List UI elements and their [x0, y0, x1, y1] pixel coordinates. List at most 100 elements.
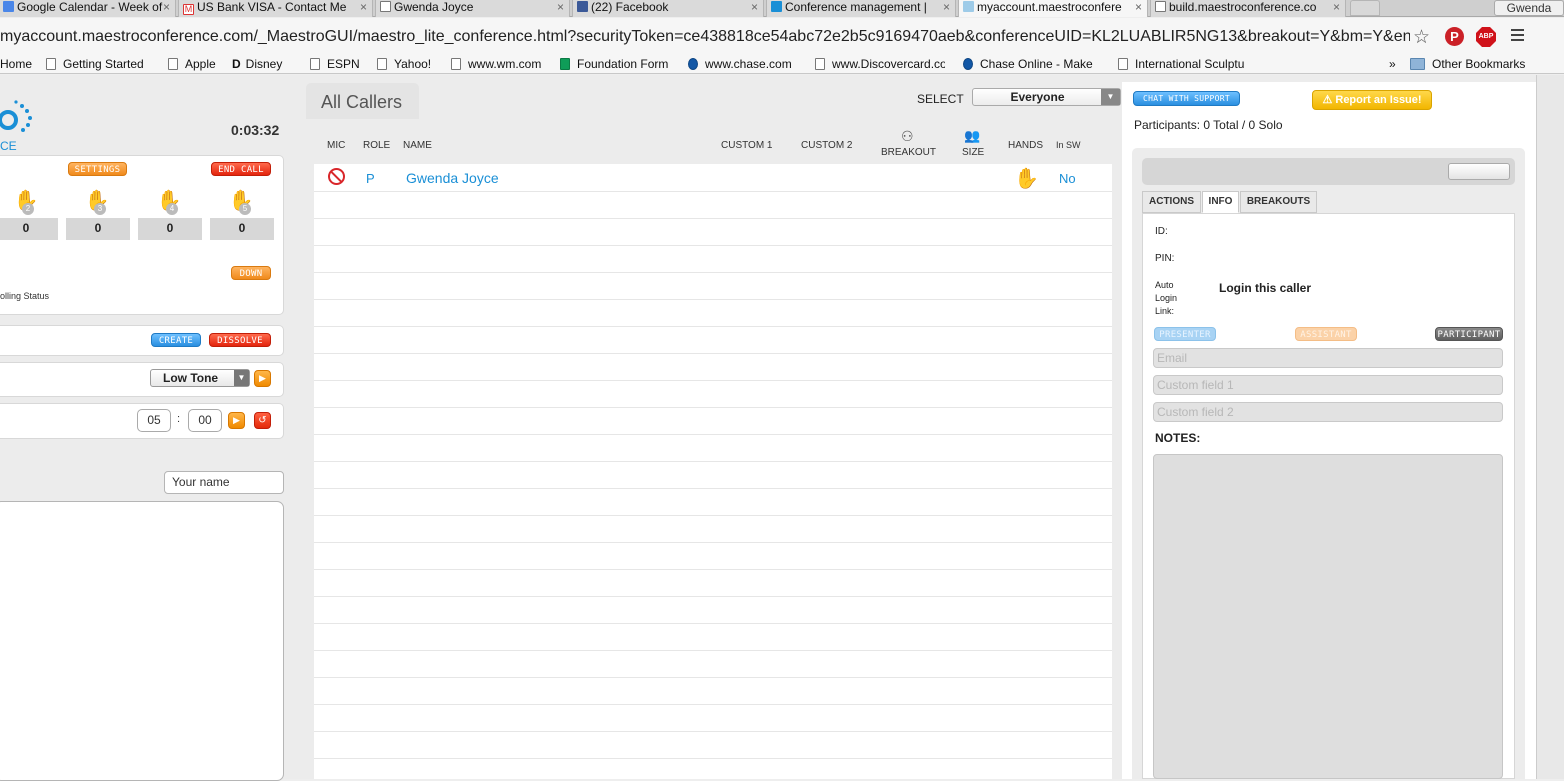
hand-number-badge: 4: [166, 203, 178, 215]
chat-message-box[interactable]: [0, 501, 284, 781]
bookmark-chase[interactable]: www.chase.com: [688, 56, 792, 72]
page-icon: [1118, 58, 1128, 70]
url-field[interactable]: myaccount.maestroconference.com/_Maestro…: [0, 28, 1410, 46]
pin-label: PIN:: [1155, 253, 1175, 264]
column-size[interactable]: SIZE: [962, 147, 984, 158]
reset-timer-icon[interactable]: ↺: [254, 412, 271, 429]
row-divider: [314, 731, 1112, 732]
end-call-button[interactable]: END CALL: [211, 162, 271, 176]
hand-number-badge: 2: [22, 203, 34, 215]
notes-textarea[interactable]: [1153, 454, 1503, 779]
chat-name-input[interactable]: Your name: [164, 471, 284, 494]
bookmark-home[interactable]: Home: [0, 56, 32, 72]
column-breakout[interactable]: BREAKOUT: [881, 147, 936, 158]
bookmark-star-icon[interactable]: ☆: [1413, 26, 1430, 49]
caller-role[interactable]: P: [366, 171, 375, 186]
email-field[interactable]: Email: [1153, 348, 1503, 368]
column-name[interactable]: NAME: [403, 140, 432, 151]
browser-tab[interactable]: build.maestroconference.co ×: [1150, 0, 1346, 17]
close-tab-icon[interactable]: ×: [557, 0, 564, 15]
dissolve-breakout-button[interactable]: DISSOLVE: [209, 333, 271, 347]
row-divider: [314, 218, 1112, 219]
login-caller-link[interactable]: Login this caller: [1219, 281, 1311, 295]
browser-tab[interactable]: Gwenda Joyce ×: [375, 0, 570, 17]
profile-button[interactable]: Gwenda: [1494, 0, 1564, 16]
page-icon: [815, 58, 825, 70]
play-tone-icon[interactable]: ▶: [254, 370, 271, 387]
facebook-icon: [577, 1, 588, 12]
presenter-role-button[interactable]: PRESENTER: [1154, 327, 1216, 341]
timer-seconds-input[interactable]: 00: [188, 409, 222, 432]
browser-tab[interactable]: (22) Facebook ×: [572, 0, 764, 17]
browser-tab-active[interactable]: myaccount.maestroconfere ×: [958, 0, 1148, 17]
pinterest-icon[interactable]: P: [1445, 27, 1464, 46]
page-icon: [1155, 1, 1166, 12]
column-custom2[interactable]: CUSTOM 2: [801, 140, 853, 151]
close-tab-icon[interactable]: ×: [360, 0, 367, 15]
hamburger-menu-icon[interactable]: [1511, 29, 1524, 43]
close-tab-icon[interactable]: ×: [1135, 0, 1142, 15]
close-tab-icon[interactable]: ×: [751, 0, 758, 15]
tab-all-callers[interactable]: All Callers: [306, 83, 419, 119]
close-tab-icon[interactable]: ×: [943, 0, 950, 15]
bookmark-getting-started[interactable]: Getting Started: [46, 56, 144, 72]
participant-role-button[interactable]: PARTICIPANT: [1435, 327, 1503, 341]
browser-tab[interactable]: Google Calendar - Week of ×: [0, 0, 176, 17]
hand-count-box: 0: [0, 218, 58, 240]
bookmarks-overflow-chevron[interactable]: »: [1389, 56, 1396, 72]
disney-icon: D: [232, 57, 241, 71]
column-mic[interactable]: MIC: [327, 140, 345, 151]
browser-tab[interactable]: Conference management | ×: [766, 0, 956, 17]
mic-muted-icon[interactable]: [328, 168, 345, 185]
hands-down-button[interactable]: DOWN: [231, 266, 271, 280]
settings-button[interactable]: SETTINGS: [68, 162, 127, 176]
tab-info[interactable]: INFO: [1202, 191, 1239, 213]
column-hands[interactable]: HANDS: [1008, 140, 1043, 151]
caller-in-sw[interactable]: No: [1059, 171, 1076, 186]
raise-hand-icon[interactable]: ✋: [1014, 166, 1039, 191]
browser-tab[interactable]: M US Bank VISA - Contact Me ×: [178, 0, 373, 17]
browser-tab-strip: Google Calendar - Week of × M US Bank VIS…: [0, 0, 1564, 17]
chevron-down-icon: ▼: [1101, 89, 1120, 105]
participants-summary: Participants: 0 Total / 0 Solo: [1134, 118, 1283, 132]
bookmark-apple[interactable]: Apple: [168, 56, 216, 72]
bookmark-discover[interactable]: www.Discovercard.co: [815, 56, 945, 72]
tab-breakouts[interactable]: BREAKOUTS: [1240, 191, 1317, 213]
timer-minutes-input[interactable]: 05: [137, 409, 171, 432]
row-divider: [314, 380, 1112, 381]
create-breakout-button[interactable]: CREATE: [151, 333, 201, 347]
bookmark-wm[interactable]: www.wm.com: [451, 56, 541, 72]
bookmark-espn[interactable]: ESPN: [310, 56, 360, 72]
column-in-sw[interactable]: In SW: [1056, 140, 1081, 150]
custom-field-1[interactable]: Custom field 1: [1153, 375, 1503, 395]
bookmark-chase-online[interactable]: Chase Online - Make: [963, 56, 1098, 72]
bookmark-yahoo[interactable]: Yahoo!: [377, 56, 431, 72]
new-tab-button[interactable]: [1350, 0, 1380, 16]
bookmark-foundation-form[interactable]: Foundation Form: [560, 56, 668, 72]
bookmark-international-sculpture[interactable]: International Sculptu: [1118, 56, 1250, 72]
start-timer-icon[interactable]: ▶: [228, 412, 245, 429]
auto-login-label: Auto: [1155, 280, 1174, 290]
tab-actions[interactable]: ACTIONS: [1142, 191, 1201, 213]
page-icon: [380, 1, 391, 12]
row-divider: [314, 542, 1112, 543]
caller-filter-select[interactable]: Everyone ▼: [972, 88, 1121, 106]
details-header-button[interactable]: [1448, 163, 1510, 180]
row-divider: [314, 434, 1112, 435]
close-tab-icon[interactable]: ×: [163, 0, 170, 15]
adblock-icon[interactable]: ABP: [1476, 27, 1496, 47]
tone-select[interactable]: Low Tone ▼: [150, 369, 250, 387]
caller-name[interactable]: Gwenda Joyce: [406, 170, 499, 186]
bookmark-disney[interactable]: D Disney: [232, 56, 282, 72]
chat-with-support-button[interactable]: CHAT WITH SUPPORT: [1133, 91, 1240, 106]
column-role[interactable]: ROLE: [363, 140, 390, 151]
report-issue-button[interactable]: ⚠ Report an Issue!: [1312, 90, 1432, 110]
column-custom1[interactable]: CUSTOM 1: [721, 140, 773, 151]
custom-field-2[interactable]: Custom field 2: [1153, 402, 1503, 422]
page-icon: [168, 58, 178, 70]
row-divider: [314, 299, 1112, 300]
polling-status-label: olling Status: [0, 291, 50, 301]
assistant-role-button[interactable]: ASSISTANT: [1295, 327, 1357, 341]
other-bookmarks[interactable]: Other Bookmarks: [1410, 56, 1525, 72]
close-tab-icon[interactable]: ×: [1333, 0, 1340, 15]
